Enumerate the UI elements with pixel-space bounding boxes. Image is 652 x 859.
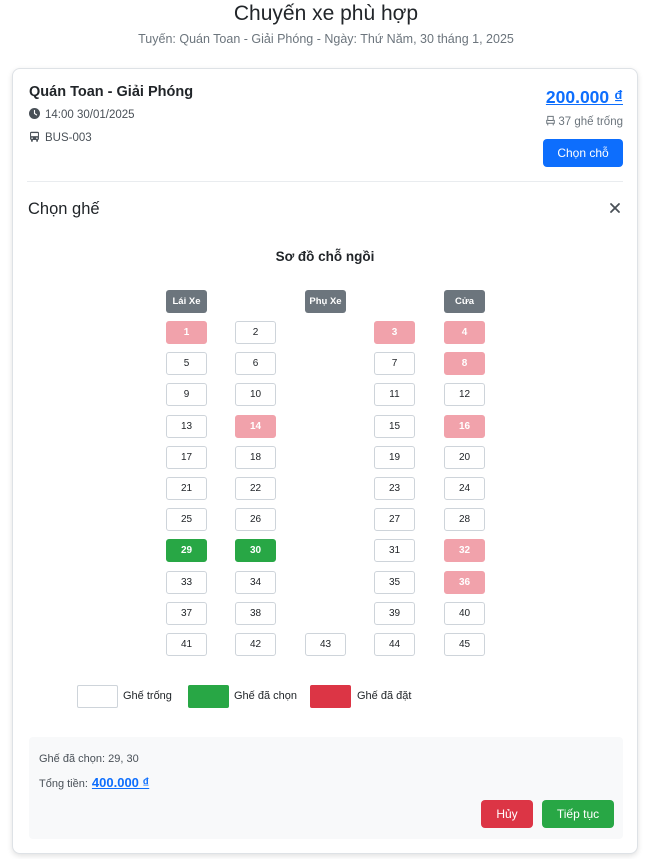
continue-button[interactable]: Tiếp tục (542, 800, 614, 828)
seats-available: 37 ghế trống (545, 115, 623, 129)
seat-31[interactable]: 31 (374, 539, 415, 562)
seat-18[interactable]: 18 (235, 446, 276, 469)
legend-selected-swatch (188, 685, 229, 708)
total-value: 400.000 ₫ (91, 775, 150, 790)
seat-37[interactable]: 37 (166, 602, 207, 625)
seat-13[interactable]: 13 (166, 415, 207, 438)
seat-15[interactable]: 15 (374, 415, 415, 438)
seat-map-title: Sơ đồ chỗ ngồi (275, 249, 375, 264)
seat-20[interactable]: 20 (444, 446, 485, 469)
divider (27, 181, 623, 182)
seat-8[interactable]: 8 (444, 352, 485, 375)
seat-35[interactable]: 35 (374, 571, 415, 594)
departure-time: 14:00 30/01/2025 (29, 108, 135, 122)
seat-3[interactable]: 3 (374, 321, 415, 344)
seat-32[interactable]: 32 (444, 539, 485, 562)
bus-code: BUS-003 (29, 131, 92, 145)
assistant-label: Phụ Xe (305, 290, 346, 313)
legend-empty-swatch (77, 685, 118, 708)
seat-19[interactable]: 19 (374, 446, 415, 469)
seat-11[interactable]: 11 (374, 383, 415, 406)
total-price-row: Tổng tiền: 400.000 ₫ (39, 775, 149, 790)
trip-card: Quán Toan - Giải Phóng 14:00 30/01/2025 … (12, 68, 638, 854)
seat-41[interactable]: 41 (166, 633, 207, 656)
seat-30[interactable]: 30 (235, 539, 276, 562)
select-seat-button[interactable]: Chọn chỗ (543, 139, 623, 167)
seat-24[interactable]: 24 (444, 477, 485, 500)
legend-selected-label: Ghế đã chọn (234, 690, 297, 702)
bus-icon (29, 131, 40, 145)
seat-10[interactable]: 10 (235, 383, 276, 406)
driver-label: Lái Xe (166, 290, 207, 313)
ticket-price: 200.000 ₫ (545, 87, 623, 107)
door-label: Cửa (444, 290, 485, 313)
seat-6[interactable]: 6 (235, 352, 276, 375)
legend-booked-label: Ghế đã đặt (357, 690, 412, 702)
seat-29[interactable]: 29 (166, 539, 207, 562)
seat-28[interactable]: 28 (444, 508, 485, 531)
seat-section-title: Chọn ghế (28, 200, 100, 218)
seat-7[interactable]: 7 (374, 352, 415, 375)
seat-34[interactable]: 34 (235, 571, 276, 594)
legend-booked-swatch (310, 685, 351, 708)
seat-5[interactable]: 5 (166, 352, 207, 375)
selected-seats-text: Ghế đã chọn: 29, 30 (39, 753, 139, 765)
seat-17[interactable]: 17 (166, 446, 207, 469)
seat-33[interactable]: 33 (166, 571, 207, 594)
close-icon[interactable] (608, 201, 622, 215)
seat-2[interactable]: 2 (235, 321, 276, 344)
seat-12[interactable]: 12 (444, 383, 485, 406)
page-title: Chuyến xe phù hợp (233, 2, 419, 25)
seat-26[interactable]: 26 (235, 508, 276, 531)
seat-16[interactable]: 16 (444, 415, 485, 438)
seat-23[interactable]: 23 (374, 477, 415, 500)
seat-4[interactable]: 4 (444, 321, 485, 344)
seat-14[interactable]: 14 (235, 415, 276, 438)
seat-1[interactable]: 1 (166, 321, 207, 344)
seat-27[interactable]: 27 (374, 508, 415, 531)
seats-available-text: 37 ghế trống (558, 116, 623, 128)
legend-empty-label: Ghế trống (123, 690, 172, 702)
booking-summary: Ghế đã chọn: 29, 30 Tổng tiền: 400.000 ₫… (29, 737, 623, 839)
seat-21[interactable]: 21 (166, 477, 207, 500)
route-name: Quán Toan - Giải Phóng (29, 84, 194, 100)
seat-40[interactable]: 40 (444, 602, 485, 625)
seat-25[interactable]: 25 (166, 508, 207, 531)
seat-22[interactable]: 22 (235, 477, 276, 500)
seat-39[interactable]: 39 (374, 602, 415, 625)
seat-43[interactable]: 43 (305, 633, 346, 656)
clock-icon (29, 108, 40, 122)
departure-time-text: 14:00 30/01/2025 (45, 109, 135, 121)
seat-38[interactable]: 38 (235, 602, 276, 625)
page-subtitle: Tuyến: Quán Toan - Giải Phóng - Ngày: Th… (138, 32, 514, 46)
seat-45[interactable]: 45 (444, 633, 485, 656)
seat-icon (545, 115, 556, 129)
seat-44[interactable]: 44 (374, 633, 415, 656)
seat-36[interactable]: 36 (444, 571, 485, 594)
seat-9[interactable]: 9 (166, 383, 207, 406)
total-label: Tổng tiền: (39, 778, 88, 790)
bus-code-text: BUS-003 (45, 132, 92, 144)
seat-42[interactable]: 42 (235, 633, 276, 656)
cancel-button[interactable]: Hủy (481, 800, 533, 828)
